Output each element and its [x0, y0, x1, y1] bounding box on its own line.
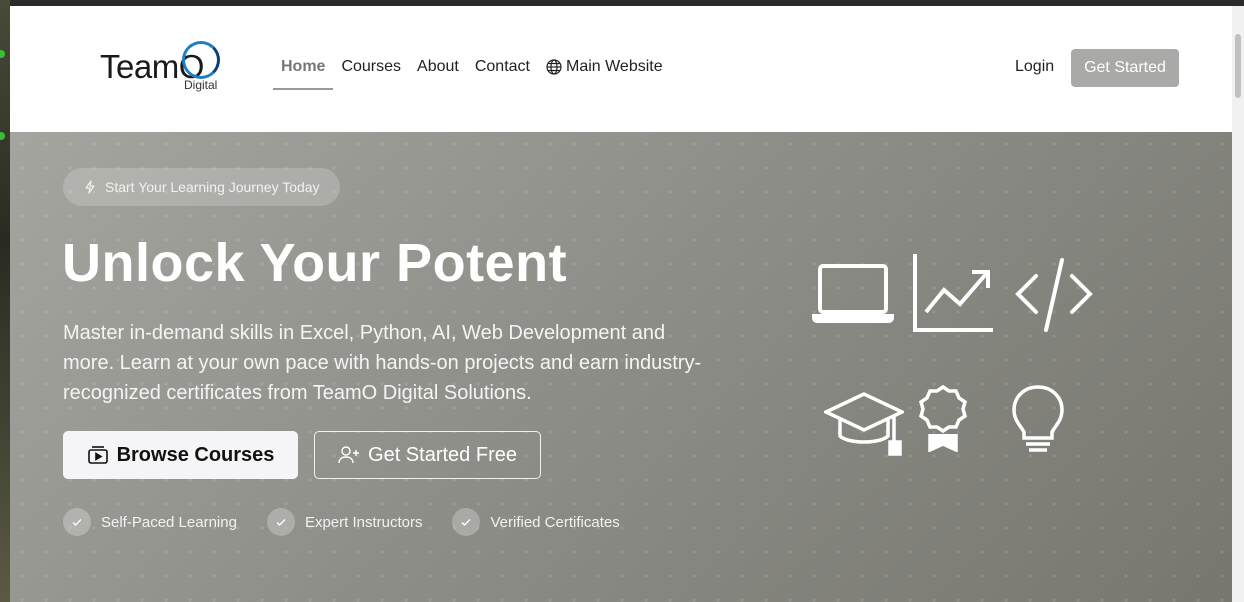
nav-home[interactable]: Home: [273, 52, 334, 90]
navbar: TeamO Digital Home Courses About Contact…: [10, 6, 1232, 132]
nav-main-website-label: Main Website: [565, 58, 663, 75]
scrollbar[interactable]: [1232, 6, 1244, 602]
lightning-icon: [85, 180, 95, 194]
play-video-icon: [87, 446, 108, 464]
feature-label: Expert Instructors: [304, 513, 423, 531]
hero-description: Master in-demand skills in Excel, Python…: [63, 322, 702, 404]
logo[interactable]: TeamO Digital: [98, 40, 228, 94]
laptop-icon: [812, 264, 894, 323]
nav-home-label: Home: [281, 58, 326, 75]
feature-item: Verified Certificates: [452, 508, 620, 536]
logo-ring-icon: [182, 41, 220, 79]
nav-courses[interactable]: Courses: [333, 52, 409, 90]
login-link[interactable]: Login: [1015, 58, 1054, 76]
status-dot: [0, 132, 5, 140]
code-icon: [1015, 258, 1093, 332]
get-started-button[interactable]: Get Started: [1071, 49, 1179, 87]
browse-courses-button[interactable]: Browse Courses: [63, 431, 298, 479]
nav-main-website[interactable]: Main Website: [538, 52, 671, 90]
logo-subtitle: Digital: [184, 78, 218, 92]
nav-about[interactable]: About: [409, 52, 467, 90]
page: TeamO Digital Home Courses About Contact…: [10, 6, 1232, 602]
status-dot: [0, 50, 5, 58]
user-plus-icon: [338, 446, 360, 464]
check-icon: [63, 508, 91, 536]
feature-label: Verified Certificates: [490, 513, 620, 531]
hero-headline: Unlock Your Potent: [62, 233, 568, 293]
hero-badge-text: Start Your Learning Journey Today: [105, 179, 320, 195]
feature-list: Self-Paced Learning Expert Instructors V…: [63, 508, 650, 536]
nav-about-label: About: [417, 58, 459, 75]
get-started-free-button[interactable]: Get Started Free: [314, 431, 541, 479]
check-icon: [266, 508, 295, 536]
graduation-cap-icon: [824, 392, 904, 456]
main-menu: Home Courses About Contact Main Website: [273, 52, 671, 90]
hero-icon-grid: [810, 252, 1110, 462]
scrollbar-thumb[interactable]: [1235, 34, 1241, 98]
hero-section: Start Your Learning Journey Today Unlock…: [10, 132, 1232, 602]
lightbulb-icon: [1012, 385, 1064, 452]
get-started-free-label: Get Started Free: [368, 443, 517, 466]
hero-badge: Start Your Learning Journey Today: [63, 168, 340, 206]
background-window-edge: [0, 0, 10, 602]
nav-contact[interactable]: Contact: [467, 52, 538, 90]
globe-icon: [546, 59, 562, 75]
nav-contact-label: Contact: [474, 58, 530, 75]
feature-item: Expert Instructors: [266, 508, 423, 536]
feature-item: Self-Paced Learning: [63, 508, 237, 536]
feature-label: Self-Paced Learning: [101, 513, 237, 531]
award-icon: [918, 384, 968, 452]
chart-line-icon: [913, 254, 993, 332]
browse-courses-label: Browse Courses: [116, 443, 275, 466]
check-icon: [452, 508, 481, 536]
nav-courses-label: Courses: [341, 58, 402, 75]
